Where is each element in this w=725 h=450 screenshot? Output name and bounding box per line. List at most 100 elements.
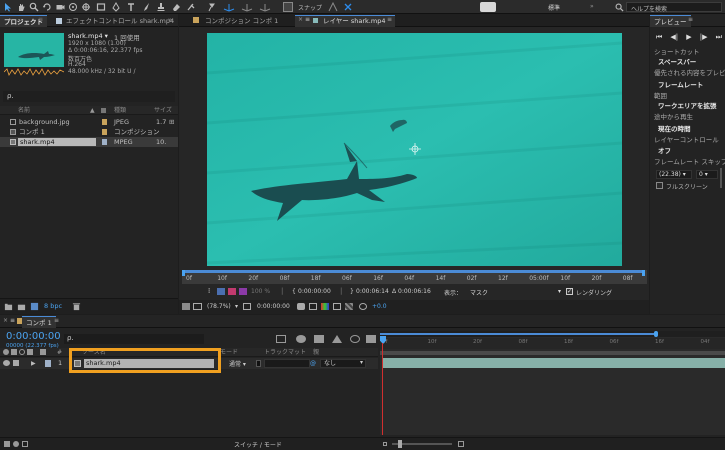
layer-tab-menu-icon[interactable]: ≡ <box>387 16 392 23</box>
first-frame-icon[interactable]: ⏮ <box>656 33 662 42</box>
column-type[interactable]: 種類 <box>114 106 126 115</box>
in-point-bracket[interactable]: { <box>292 288 296 295</box>
previous-frame-icon[interactable]: ◀| <box>670 33 678 41</box>
type-tool-icon[interactable] <box>126 2 136 12</box>
eraser-tool-icon[interactable] <box>171 2 181 12</box>
roto-brush-tool-icon[interactable] <box>186 2 196 12</box>
snap-option-icon[interactable] <box>328 2 338 12</box>
frame-blending-icon[interactable] <box>332 335 342 343</box>
anchor-tool-icon[interactable] <box>81 2 91 12</box>
project-flowchart-icon[interactable]: ⊞ <box>169 117 174 127</box>
out-point-bracket[interactable]: } <box>350 288 354 295</box>
next-frame-icon[interactable]: |▶ <box>700 33 708 41</box>
play-from-value[interactable]: 現在の時間 <box>650 125 691 134</box>
snapshot-icon[interactable] <box>297 303 305 310</box>
graph-editor-icon[interactable] <box>366 335 376 343</box>
magnification-readout[interactable]: (78.7%) <box>207 303 231 310</box>
zoom-tool-icon[interactable] <box>29 2 39 12</box>
exposure-value[interactable]: +0.0 <box>372 303 387 310</box>
transparency-icon[interactable] <box>228 288 236 295</box>
timeline-timecode[interactable]: 0:00:00:00 <box>6 331 61 342</box>
modes-toggle-icon[interactable] <box>13 441 19 447</box>
channel-icon[interactable] <box>217 288 225 295</box>
asset-name[interactable]: shark.mp4 ▾ <box>68 32 108 40</box>
help-search-input[interactable]: ヘルプを検索 <box>626 2 722 13</box>
always-preview-icon[interactable] <box>182 303 190 310</box>
video-frame[interactable] <box>207 33 622 266</box>
timeline-search-input[interactable]: ρ. <box>64 334 204 344</box>
clone-stamp-tool-icon[interactable] <box>156 2 166 12</box>
rotate-tool-icon[interactable] <box>42 2 52 12</box>
comp-mini-flowchart-icon[interactable] <box>276 335 286 343</box>
fullscreen-checkbox[interactable] <box>656 182 663 189</box>
trackmatte-dropdown[interactable] <box>264 359 310 368</box>
frame-rate-dropdown[interactable]: (22.38) ▾ <box>656 170 692 179</box>
timeline-panel-menu-icon[interactable]: ≡ <box>54 317 59 324</box>
transparency-grid-icon[interactable] <box>345 303 353 310</box>
search-icon[interactable] <box>615 3 624 12</box>
skip-dropdown[interactable]: 0 ▾ <box>696 170 718 179</box>
preview-scrollbar[interactable] <box>720 168 722 188</box>
timeline-tab-menu-icon[interactable]: ≡ <box>10 317 15 324</box>
puppet-pin-tool-icon[interactable] <box>206 2 216 12</box>
layer-switches-toggle-icon[interactable] <box>4 441 10 447</box>
tab-layer-label[interactable]: レイヤー shark.mp4 <box>319 15 389 27</box>
tab-composition[interactable]: コンポジション コンポ 1 <box>201 15 282 27</box>
local-axis-icon[interactable] <box>222 2 236 12</box>
out-time[interactable]: 0:00:06:14 <box>356 288 389 295</box>
magnification-chevron-icon[interactable]: ▾ <box>235 303 238 310</box>
label-color-swatch[interactable] <box>102 139 107 145</box>
work-area-bar[interactable] <box>380 351 725 355</box>
panel-menu-icon[interactable]: ≡ <box>38 16 43 23</box>
parent-dropdown-chevron-icon[interactable]: ▾ <box>360 359 363 366</box>
current-time-marker-icon[interactable]: ⁞ <box>208 287 210 295</box>
toggle-switches-modes[interactable]: スイッチ / モード <box>234 440 282 449</box>
label-color-swatch[interactable] <box>102 129 107 135</box>
parent-pickwhip-icon[interactable]: @ <box>310 360 316 367</box>
exposure-reset-icon[interactable] <box>359 303 367 310</box>
layer-duration-bar[interactable] <box>382 358 725 368</box>
layer-expand-icon[interactable]: ▶ <box>31 360 36 367</box>
more-tabs-icon[interactable]: » <box>168 16 172 24</box>
trash-icon[interactable] <box>72 302 81 311</box>
viewer-current-time[interactable]: 0:00:00:00 <box>257 303 290 310</box>
column-size[interactable]: サイズ <box>154 106 172 115</box>
label-column-icon[interactable] <box>101 108 106 113</box>
layer-control-value[interactable]: オフ <box>650 147 671 156</box>
pan-behind-tool-icon[interactable] <box>68 2 78 12</box>
sort-icon[interactable]: ▲ <box>90 106 95 115</box>
pen-tool-icon[interactable] <box>111 2 121 12</box>
zoom-in-icon[interactable] <box>458 441 464 447</box>
new-composition-icon[interactable] <box>30 302 39 311</box>
view-dropdown[interactable]: マスク <box>470 288 488 297</box>
snap-target-icon[interactable] <box>343 2 353 12</box>
layer-label-color[interactable] <box>45 360 51 367</box>
color-channel-icon[interactable] <box>321 303 329 310</box>
timeline-track-area[interactable]: 0f10f20f08f18f06f16f04f <box>380 331 725 435</box>
range-value[interactable]: ワークエリアを拡張 <box>650 102 717 111</box>
video-visibility-icon[interactable] <box>3 360 10 366</box>
mask-icon[interactable] <box>239 288 247 295</box>
column-name[interactable]: 名前 <box>18 106 30 115</box>
rectangle-tool-icon[interactable] <box>96 2 106 12</box>
tab-effect-controls[interactable]: エフェクトコントロール shark.mp4 <box>62 15 178 27</box>
world-axis-icon[interactable] <box>240 2 254 12</box>
in-out-toggle-icon[interactable] <box>22 441 28 447</box>
camera-orbit-tool-icon[interactable] <box>55 2 65 12</box>
render-checkbox[interactable]: ✓ <box>566 288 573 295</box>
close-tab-icon[interactable]: × <box>298 16 303 23</box>
bpc-button[interactable]: 8 bpc <box>44 302 62 310</box>
zoom-readout[interactable]: 100 % <box>251 288 270 295</box>
workspace-label[interactable]: 標準 <box>548 3 560 12</box>
snap-checkbox[interactable] <box>283 2 293 12</box>
preview-menu-icon[interactable]: ≡ <box>688 16 693 23</box>
timeline-ruler[interactable]: 0f10f20f08f18f06f16f04f <box>380 338 725 349</box>
work-area-bar[interactable] <box>184 270 644 273</box>
label-color-swatch[interactable] <box>102 119 107 125</box>
preview-display-icon[interactable] <box>193 303 202 310</box>
layer-time-ruler[interactable]: 0f 10f 20f 08f 18f 06f 16f 04f 14f 02f 12f 05:00f 10… <box>182 270 647 284</box>
brush-tool-icon[interactable] <box>141 2 151 12</box>
in-time[interactable]: 0:00:00:00 <box>298 288 331 295</box>
last-frame-icon[interactable]: ⏭ <box>716 33 722 42</box>
parent-header[interactable]: 親 <box>313 348 319 357</box>
